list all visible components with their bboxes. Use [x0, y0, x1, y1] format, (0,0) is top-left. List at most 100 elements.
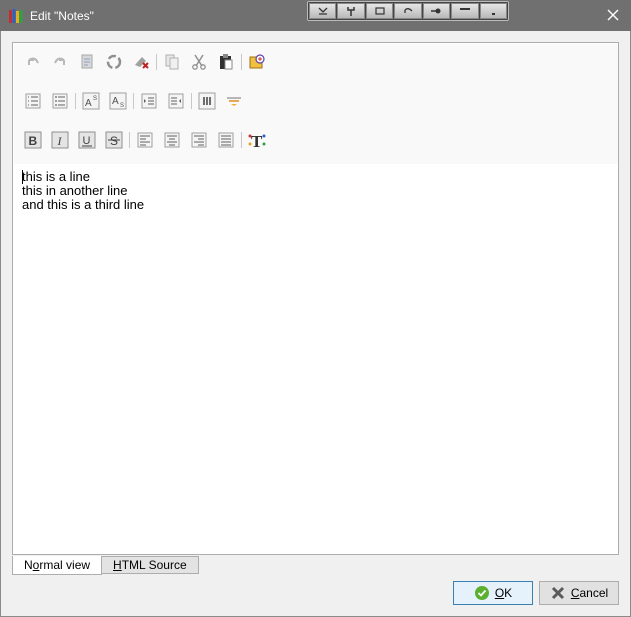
eraser-icon — [135, 57, 149, 69]
expand-button[interactable] — [309, 3, 337, 19]
toolbar-row-2: AS AS — [22, 89, 250, 113]
strikethrough-button[interactable]: S — [103, 129, 125, 151]
toolbar-separator — [241, 132, 242, 148]
close-button[interactable] — [597, 0, 631, 31]
svg-text:S: S — [110, 134, 118, 148]
toolbar-separator — [75, 93, 76, 109]
tools-icon — [347, 7, 355, 16]
subscript-icon: AS — [109, 92, 127, 110]
editor-content[interactable]: this is a line this in another line and … — [22, 170, 144, 212]
align-right-button[interactable] — [188, 129, 210, 151]
bold-icon: B — [24, 131, 42, 149]
svg-text:U: U — [83, 135, 91, 147]
insert-special-button[interactable] — [246, 51, 268, 73]
text-line: and this is a third line — [22, 197, 145, 212]
underline-icon: U — [78, 131, 96, 149]
italic-icon: I — [51, 131, 69, 149]
window-button[interactable] — [365, 3, 394, 19]
italic-button[interactable]: I — [49, 129, 71, 151]
toolbar-row-1 — [22, 50, 273, 74]
bold-button[interactable]: B — [22, 129, 44, 151]
expand-icon — [318, 7, 328, 15]
paste-button[interactable] — [215, 51, 237, 73]
recycle-button[interactable] — [103, 51, 125, 73]
check-icon — [474, 586, 489, 600]
key-icon — [431, 8, 441, 14]
table-icon — [198, 92, 216, 110]
font-color-icon: T — [248, 132, 266, 150]
eraser-button[interactable] — [130, 51, 152, 73]
justify-button[interactable] — [215, 129, 237, 151]
close-icon — [607, 9, 619, 21]
numbered-list-button[interactable] — [22, 90, 44, 112]
cancel-x-icon — [551, 586, 564, 600]
indent-increase-button[interactable] — [165, 90, 187, 112]
table-button[interactable] — [196, 90, 218, 112]
dot-icon — [492, 13, 496, 15]
svg-text:S: S — [93, 96, 97, 102]
editor-toolbar: AS AS B I U S T — [14, 44, 618, 164]
align-left-icon — [137, 132, 153, 148]
text-caret — [22, 170, 23, 184]
paste-icon — [220, 54, 233, 70]
html-editor[interactable]: AS AS B I U S T this is a line this in a… — [12, 42, 619, 555]
toolbar-separator — [156, 54, 157, 70]
key-button[interactable] — [422, 3, 451, 19]
minimize-bar-button[interactable] — [451, 3, 479, 19]
cut-icon — [192, 54, 206, 70]
tab-html-source[interactable]: HTML Source — [101, 556, 199, 574]
svg-text:A: A — [85, 98, 92, 109]
indent-decrease-icon — [141, 93, 157, 109]
align-center-icon — [164, 132, 180, 148]
view-tabs: Normal view HTML Source — [12, 556, 199, 575]
ok-button[interactable]: OK — [453, 581, 533, 605]
window-icon — [374, 7, 385, 15]
svg-text:S: S — [120, 103, 124, 109]
superscript-icon: AS — [82, 92, 100, 110]
copy-button[interactable] — [161, 51, 183, 73]
cancel-button[interactable]: Cancel — [539, 581, 619, 605]
undo-button[interactable] — [22, 51, 44, 73]
cut-button[interactable] — [188, 51, 210, 73]
redo-button[interactable] — [49, 51, 71, 73]
svg-text:B: B — [29, 134, 38, 148]
ok-label: OK — [494, 586, 513, 600]
subscript-button[interactable]: AS — [107, 90, 129, 112]
superscript-button[interactable]: AS — [80, 90, 102, 112]
floating-toolbar — [307, 1, 509, 21]
tab-label: HTML Source — [113, 558, 187, 572]
text-line: this is a line — [22, 169, 90, 184]
bullet-list-button[interactable] — [49, 90, 71, 112]
underline-button[interactable]: U — [76, 129, 98, 151]
minimize-bar-icon — [459, 8, 470, 10]
dot-button[interactable] — [479, 3, 507, 19]
justify-icon — [218, 132, 234, 148]
toolbar-row-3: B I U S T — [22, 128, 273, 152]
document-button[interactable] — [76, 51, 98, 73]
align-left-button[interactable] — [134, 129, 156, 151]
books-app-icon — [9, 9, 23, 23]
svg-text:A: A — [112, 96, 119, 107]
undo-arrow-button[interactable] — [394, 3, 422, 19]
toolbar-separator — [129, 132, 130, 148]
document-icon — [81, 54, 93, 69]
window-title: Edit "Notes" — [30, 9, 94, 23]
redo-icon — [54, 57, 65, 65]
indent-increase-icon — [168, 93, 184, 109]
align-center-button[interactable] — [161, 129, 183, 151]
align-right-icon — [191, 132, 207, 148]
tab-normal-view[interactable]: Normal view — [12, 556, 103, 575]
toolbar-separator — [191, 93, 192, 109]
font-color-button[interactable]: T — [246, 129, 268, 151]
undo-icon — [28, 57, 39, 65]
bullet-list-icon — [52, 93, 68, 109]
indent-decrease-button[interactable] — [138, 90, 160, 112]
horizontal-rule-button[interactable] — [223, 90, 245, 112]
toolbar-separator — [241, 54, 242, 70]
strikethrough-icon: S — [105, 131, 123, 149]
tools-button[interactable] — [337, 3, 365, 19]
toolbar-separator — [133, 93, 134, 109]
svg-text:T: T — [251, 132, 263, 150]
insert-special-icon — [249, 54, 265, 69]
copy-icon — [165, 54, 179, 70]
